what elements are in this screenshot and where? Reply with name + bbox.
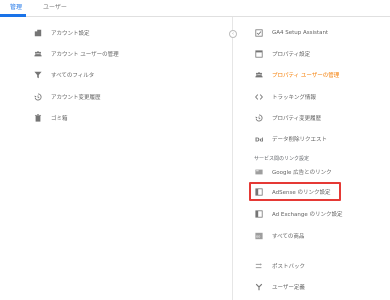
history-icon xyxy=(254,114,263,123)
menu-item-label: データ削除リクエスト xyxy=(272,137,328,143)
menu-item-label: GA4 Setup Assistant xyxy=(272,30,329,36)
menu-item-label: アカウント変更履歴 xyxy=(51,95,101,101)
tab-user[interactable]: ユーザー xyxy=(43,0,67,17)
menu-item-label: ユーザー定義 xyxy=(272,285,305,291)
menu-item-label: プロパティ ユーザーの管理 xyxy=(272,73,340,79)
section-title: サービス間のリンク設定 xyxy=(254,156,310,162)
menu-item-label: ポストバック xyxy=(272,264,306,270)
code-icon xyxy=(254,93,263,102)
custom-definitions-icon xyxy=(254,283,263,292)
filter-icon xyxy=(33,71,42,80)
menu-item-tracking-info[interactable]: トラッキング情報 xyxy=(254,90,316,104)
menu-item-all-products[interactable]: oo すべての商品 xyxy=(254,229,304,243)
menu-item-label: ゴミ箱 xyxy=(51,116,68,122)
menu-item-property-user-management[interactable]: プロパティ ユーザーの管理 xyxy=(254,68,339,82)
menu-item-trash[interactable]: ゴミ箱 xyxy=(33,111,68,125)
google-ads-icon xyxy=(254,168,263,177)
menu-item-custom-definitions[interactable]: ユーザー定義 xyxy=(254,280,305,294)
menu-item-label: トラッキング情報 xyxy=(272,95,316,101)
top-tab-bar: 管理 ユーザー xyxy=(0,0,390,17)
adsense-highlight-box xyxy=(249,182,341,201)
postback-icon xyxy=(254,262,263,271)
people-icon xyxy=(33,50,42,59)
menu-item-label: アカウント設定 xyxy=(51,31,90,37)
menu-item-ad-exchange-link[interactable]: Ad Exchange のリンク設定 xyxy=(254,207,343,221)
svg-text:oo: oo xyxy=(255,235,259,239)
data-delete-icon: Dd xyxy=(254,135,263,144)
menu-item-google-ads-link[interactable]: Google 広告とのリンク xyxy=(254,165,332,179)
collapse-column-button[interactable]: ‹ xyxy=(229,30,237,38)
menu-item-label: Google 広告とのリンク xyxy=(272,170,332,176)
menu-item-property-change-history[interactable]: プロパティ変更履歴 xyxy=(254,111,321,125)
menu-item-ga4-setup-assistant[interactable]: GA4 Setup Assistant xyxy=(254,26,328,40)
menu-item-property-settings[interactable]: プロパティ設定 xyxy=(254,47,310,61)
checklist-icon xyxy=(254,29,263,38)
menu-item-label: Ad Exchange のリンク設定 xyxy=(272,212,343,218)
menu-item-account-change-history[interactable]: アカウント変更履歴 xyxy=(33,90,101,104)
menu-item-account-user-management[interactable]: アカウント ユーザーの管理 xyxy=(33,47,119,61)
ad-exchange-icon xyxy=(254,210,263,219)
menu-item-data-deletion-requests[interactable]: Dd データ削除リクエスト xyxy=(254,132,328,146)
menu-item-label: プロパティ変更履歴 xyxy=(272,116,322,122)
menu-item-label: アカウント ユーザーの管理 xyxy=(51,52,119,58)
trash-icon xyxy=(33,114,42,123)
history-icon xyxy=(33,93,42,102)
menu-item-label: プロパティ設定 xyxy=(272,52,311,58)
building-icon xyxy=(33,29,42,38)
people-icon xyxy=(254,71,263,80)
menu-item-account-settings[interactable]: アカウント設定 xyxy=(33,26,90,40)
menu-item-all-filters[interactable]: すべてのフィルタ xyxy=(33,68,94,82)
property-icon xyxy=(254,50,263,59)
menu-item-label: すべてのフィルタ xyxy=(51,73,95,79)
svg-text:Dd: Dd xyxy=(255,137,263,143)
menu-item-postback[interactable]: ポストバック xyxy=(254,259,305,273)
column-divider xyxy=(232,17,233,300)
all-products-icon: oo xyxy=(254,232,263,241)
menu-item-label: すべての商品 xyxy=(272,234,305,240)
